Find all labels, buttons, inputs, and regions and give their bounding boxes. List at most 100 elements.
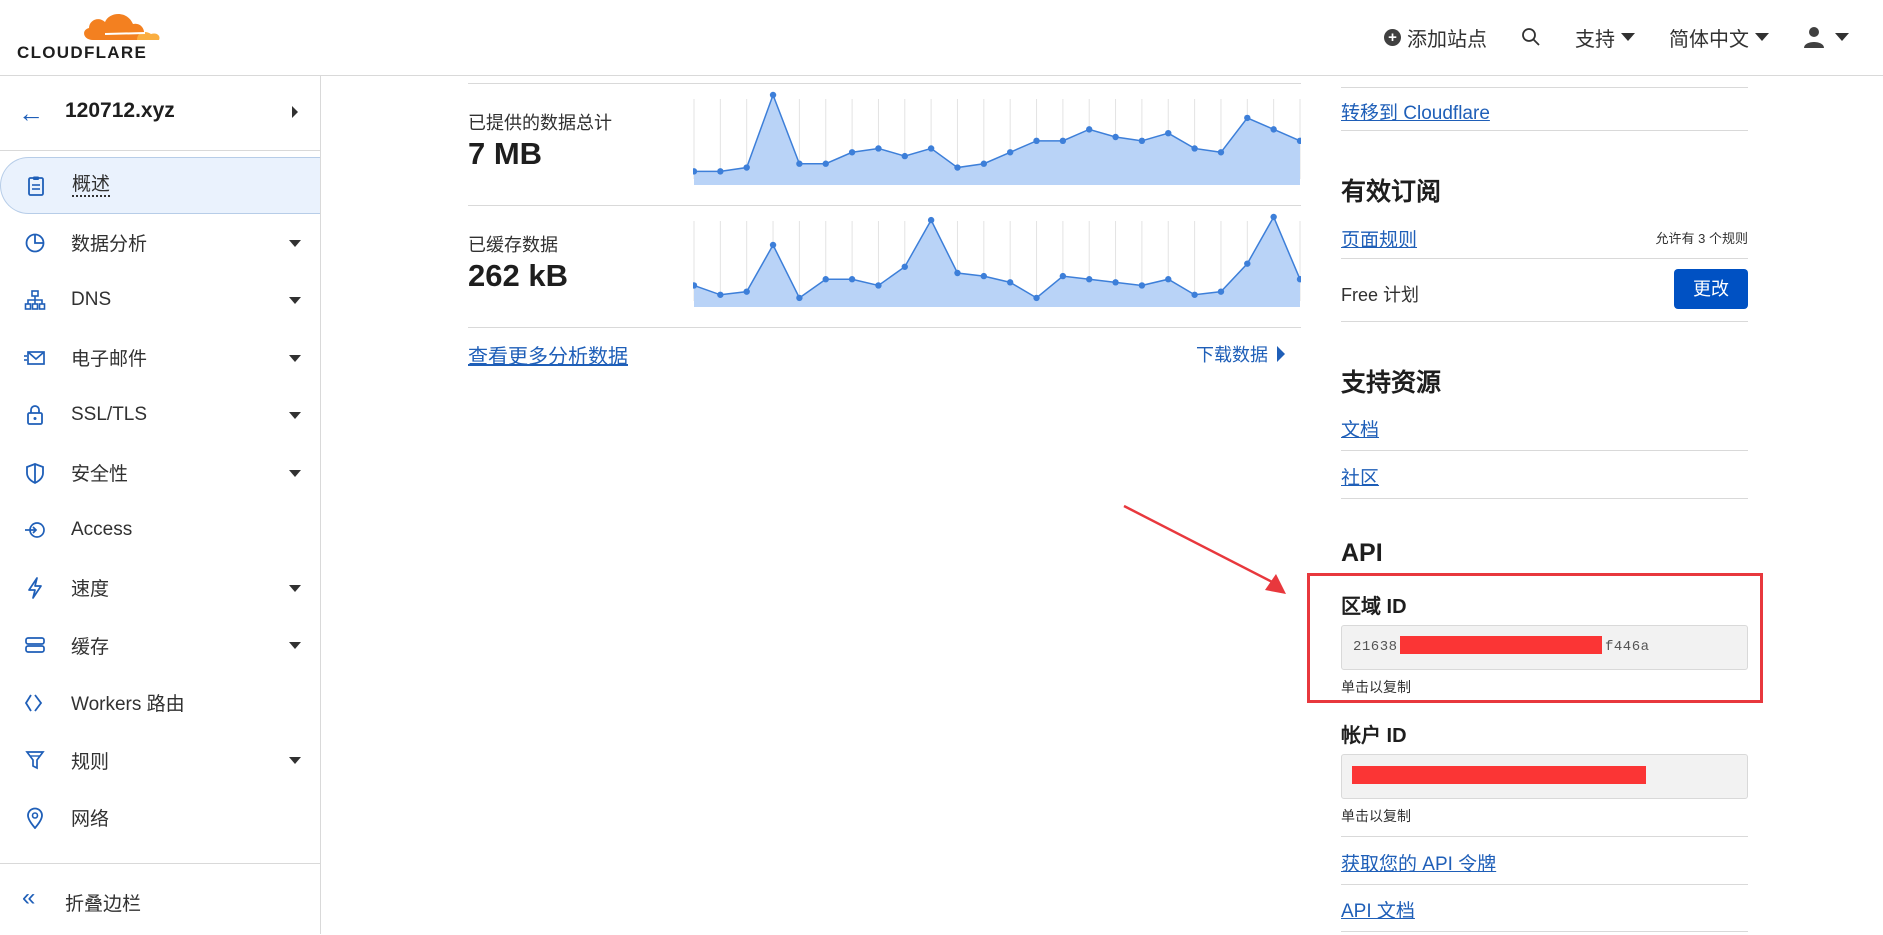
metric-label: 已缓存数据 xyxy=(468,235,558,255)
sidebar-item-label: 速度 xyxy=(71,579,110,601)
sidebar-item[interactable]: 缓存 xyxy=(0,617,320,675)
get-api-token-link[interactable]: 获取您的 API 令牌 xyxy=(1341,849,1496,876)
sidebar-item[interactable]: SSL/TLS xyxy=(0,387,320,445)
chart-point[interactable] xyxy=(717,168,724,175)
divider xyxy=(468,205,1301,206)
chart-point[interactable] xyxy=(1112,133,1119,141)
top-nav: + 添加站点 支持 简体中文 xyxy=(1384,20,1883,54)
chevron-down-icon[interactable] xyxy=(289,584,301,592)
api-docs-link[interactable]: API 文档 xyxy=(1341,896,1415,923)
chevron-down-icon[interactable] xyxy=(289,354,301,362)
chart-point[interactable] xyxy=(875,282,882,289)
divider xyxy=(1341,450,1748,451)
support-label: 支持 xyxy=(1575,28,1615,51)
sidebar-nav: 概述数据分析 DNS 电子邮件 SSL/TLS 安全性 Access 速度缓存 Workers… xyxy=(0,156,320,847)
docs-link[interactable]: 文档 xyxy=(1341,415,1379,442)
chart-point[interactable] xyxy=(769,91,777,99)
chart-point[interactable] xyxy=(1270,126,1277,133)
chart-point[interactable] xyxy=(954,164,961,171)
cloudflare-logo[interactable]: CLOUDFLARE xyxy=(17,10,160,62)
chart-point[interactable] xyxy=(927,145,935,152)
chart-point[interactable] xyxy=(954,269,961,277)
chart-point[interactable] xyxy=(1191,145,1198,152)
chevron-down-icon[interactable] xyxy=(289,469,301,477)
chart-point[interactable] xyxy=(822,160,829,167)
user-menu[interactable] xyxy=(1803,26,1849,48)
chart-point[interactable] xyxy=(1033,294,1040,302)
chevron-right-icon[interactable] xyxy=(292,106,298,118)
community-link[interactable]: 社区 xyxy=(1341,463,1379,490)
page-rules-link[interactable]: 页面规则 xyxy=(1341,225,1417,252)
cloud-logo-icon xyxy=(84,14,160,40)
chart-point[interactable] xyxy=(717,291,724,298)
chart-point[interactable] xyxy=(1059,137,1067,145)
chevron-down-icon[interactable] xyxy=(289,297,301,305)
search-icon xyxy=(1522,28,1540,46)
transfer-to-cloudflare-link[interactable]: 转移到 Cloudflare xyxy=(1341,98,1490,125)
chart-point[interactable] xyxy=(980,160,988,167)
chart-point[interactable] xyxy=(1217,288,1225,295)
chart-point[interactable] xyxy=(1059,272,1067,280)
back-arrow-icon[interactable]: ← xyxy=(18,98,44,129)
sidebar-item[interactable]: DNS xyxy=(0,272,320,330)
change-plan-button[interactable]: 更改 xyxy=(1674,269,1748,309)
sidebar-item[interactable]: 电子邮件 xyxy=(0,329,320,387)
chart-point[interactable] xyxy=(875,145,882,152)
sidebar-item[interactable]: 数据分析 xyxy=(0,214,320,272)
chart-point[interactable] xyxy=(901,152,908,160)
chevron-down-icon[interactable] xyxy=(289,642,301,650)
sidebar-item[interactable]: Access xyxy=(0,502,320,560)
sidebar-item[interactable]: Workers 路由 xyxy=(0,674,320,732)
chart-point[interactable] xyxy=(980,272,988,280)
chart-point[interactable] xyxy=(1033,137,1040,145)
funnel-icon xyxy=(24,749,46,771)
sidebar-item[interactable]: 概述 xyxy=(0,157,320,214)
chart-point[interactable] xyxy=(1086,276,1093,283)
sidebar-item-label: 网络 xyxy=(71,809,110,831)
chart-point[interactable] xyxy=(1165,129,1172,137)
add-site-button[interactable]: + 添加站点 xyxy=(1384,23,1487,52)
download-data-link[interactable]: 下载数据 xyxy=(1196,341,1285,367)
chart-point[interactable] xyxy=(1191,291,1198,298)
shield-icon xyxy=(24,462,46,484)
sidebar-item[interactable]: 安全性 xyxy=(0,444,320,502)
account-id-field[interactable] xyxy=(1341,754,1748,799)
annotation-arrow-icon xyxy=(1123,504,1286,594)
divider xyxy=(1341,321,1748,322)
sidebar-item[interactable]: 速度 xyxy=(0,559,320,617)
chart-point[interactable] xyxy=(1270,213,1277,221)
chart-point[interactable] xyxy=(1244,260,1251,267)
chart-point[interactable] xyxy=(1006,279,1014,286)
chart-point[interactable] xyxy=(927,216,935,224)
divider xyxy=(1341,931,1748,932)
chevron-down-icon[interactable] xyxy=(289,239,301,247)
chart-point[interactable] xyxy=(743,288,750,295)
chart-point[interactable] xyxy=(1165,276,1172,283)
chart-point[interactable] xyxy=(1138,137,1146,145)
chevron-down-icon[interactable] xyxy=(289,412,301,420)
collapse-sidebar-button[interactable]: « 折叠边栏 xyxy=(0,863,320,935)
language-menu[interactable]: 简体中文 xyxy=(1669,23,1769,52)
chart-point[interactable] xyxy=(901,263,908,270)
chart-point[interactable] xyxy=(1138,282,1146,289)
chart-point[interactable] xyxy=(743,164,750,171)
chart-point[interactable] xyxy=(1217,149,1225,156)
chart-point[interactable] xyxy=(769,241,777,249)
search-button[interactable] xyxy=(1521,27,1541,47)
chart-point[interactable] xyxy=(822,276,829,283)
sidebar: ← 120712.xyz 概述 数据分析 DNS 电子邮件 SSL/TLS 安全性 Acce… xyxy=(0,76,321,934)
sidebar-item[interactable]: 网络 xyxy=(0,789,320,847)
support-menu[interactable]: 支持 xyxy=(1575,23,1635,52)
sidebar-item[interactable]: 规则 xyxy=(0,732,320,790)
chart-point[interactable] xyxy=(1244,114,1251,122)
chart-point[interactable] xyxy=(796,160,803,167)
chart-point[interactable] xyxy=(848,149,856,156)
sidebar-item-label: 概述 xyxy=(72,173,111,197)
more-analytics-link[interactable]: 查看更多分析数据 xyxy=(468,340,628,369)
chart-point[interactable] xyxy=(1112,279,1119,286)
chart-point[interactable] xyxy=(848,276,856,283)
chart-point[interactable] xyxy=(1086,126,1093,133)
chart-point[interactable] xyxy=(1006,149,1014,156)
chart-point[interactable] xyxy=(796,294,803,302)
chevron-down-icon[interactable] xyxy=(289,757,301,765)
